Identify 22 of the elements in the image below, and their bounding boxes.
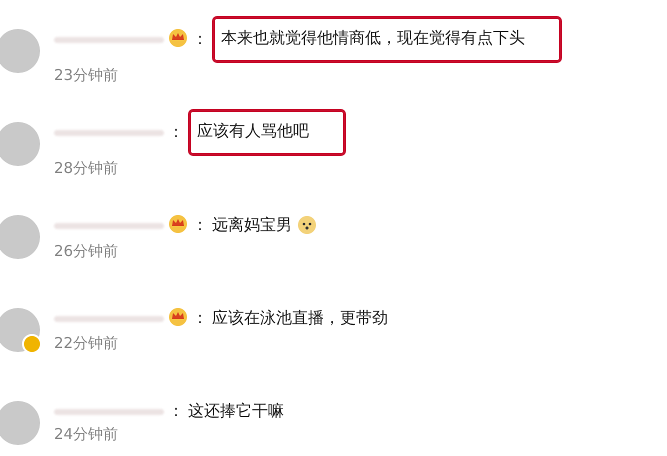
comment-text: 应该在泳池直播，更带劲 [212, 308, 388, 329]
comment-text: 这还捧它干嘛 [188, 401, 284, 422]
comment-time: 23分钟前 [54, 66, 120, 85]
avatar[interactable] [0, 122, 40, 166]
comment-time: 22分钟前 [54, 334, 120, 352]
comment-time: 26分钟前 [54, 242, 120, 260]
colon: ： [192, 29, 208, 50]
crown-badge-icon [168, 214, 188, 234]
comment-text: 远离妈宝男 [212, 212, 318, 238]
avatar[interactable] [0, 214, 40, 258]
colon: ： [192, 308, 208, 329]
highlighted-comment-text: 应该有人骂他吧 [188, 109, 346, 156]
comment-time: 24分钟前 [54, 425, 120, 444]
avatar[interactable] [0, 28, 40, 72]
crown-badge-icon [168, 28, 188, 48]
colon: ： [168, 401, 184, 422]
highlighted-comment-text: 本来也就觉得他情商低，现在觉得有点下头 [212, 16, 562, 63]
colon: ： [168, 122, 184, 143]
comment-time: 28分钟前 [54, 159, 120, 178]
crown-badge-icon [168, 306, 188, 326]
avatar[interactable] [0, 400, 40, 444]
colon: ： [192, 215, 208, 236]
